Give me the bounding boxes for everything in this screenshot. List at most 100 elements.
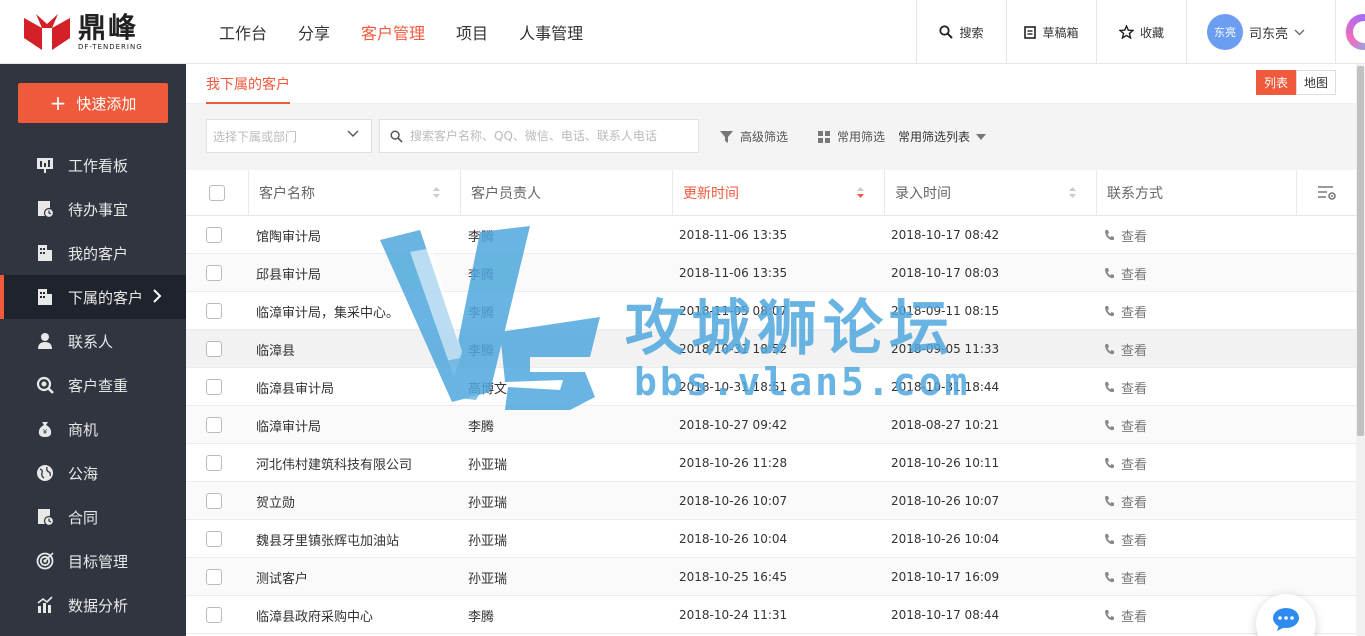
cell-name[interactable]: 临漳审计局，集采中心。 [256, 292, 399, 330]
row-checkbox[interactable] [206, 569, 222, 585]
sidebar-item-public-pool[interactable]: 公海 [0, 451, 186, 495]
view-contact-label: 查看 [1121, 609, 1148, 625]
sidebar-item-label: 联系人 [68, 332, 114, 351]
cell-name[interactable]: 临漳县政府采购中心 [256, 596, 373, 634]
row-checkbox[interactable] [206, 455, 222, 471]
sidebar-item-dashboard[interactable]: 工作看板 [0, 143, 186, 187]
view-contact-link[interactable]: 查看 [1104, 558, 1147, 596]
logo-text-cn: 鼎峰 [78, 11, 139, 44]
view-contact-link[interactable]: 查看 [1104, 596, 1147, 634]
user-menu[interactable]: 东亮 司东亮 [1186, 0, 1346, 64]
phone-icon [1105, 230, 1114, 241]
sidebar-item-todo[interactable]: 待办事宜 [0, 187, 186, 231]
table-row[interactable]: 临漳审计局，集采中心。 李腾 2018-11-05 08:07 2018-09-11 … [186, 292, 1356, 330]
phone-icon [1105, 268, 1114, 279]
department-select-placeholder: 选择下属或部门 [213, 129, 298, 144]
cell-name[interactable]: 贺立勋 [256, 482, 295, 520]
scrollbar[interactable] [1356, 64, 1365, 636]
view-contact-link[interactable]: 查看 [1104, 444, 1147, 482]
cell-name[interactable]: 邱县审计局 [256, 254, 321, 292]
cell-name[interactable]: 魏县牙里镇张辉屯加油站 [256, 520, 399, 558]
column-header-updated-time[interactable]: 更新时间 [672, 170, 884, 216]
browser-extension-icon[interactable] [1345, 14, 1365, 50]
todo-icon [38, 201, 54, 218]
row-checkbox[interactable] [206, 531, 222, 547]
column-header-owner[interactable]: 客户员责人 [460, 170, 672, 216]
row-checkbox[interactable] [206, 341, 222, 357]
brand-logo[interactable]: 鼎峰 DF-TENDERING [22, 10, 143, 54]
table-row[interactable]: 临漳县政府采购中心 李腾 2018-10-24 11:31 2018-10-17 08… [186, 596, 1356, 634]
sidebar-item-goals[interactable]: 目标管理 [0, 539, 186, 583]
table-row[interactable]: 邱县审计局 李腾 2018-11-06 13:35 2018-10-17 08:03 查… [186, 254, 1356, 292]
advanced-filter-button[interactable]: 高级筛选 [719, 128, 788, 145]
view-contact-link[interactable]: 查看 [1104, 520, 1147, 558]
table-row[interactable]: 魏县牙里镇张辉屯加油站 孙亚瑞 2018-10-26 10:04 2018-10-26… [186, 520, 1356, 558]
view-contact-link[interactable]: 查看 [1104, 406, 1147, 444]
table-row[interactable]: 临漳县审计局 高博文 2018-10-31 18:51 2018-10-31 18:4… [186, 368, 1356, 406]
cell-name[interactable]: 临漳审计局 [256, 406, 321, 444]
sidebar-item-label: 目标管理 [68, 552, 129, 571]
nav-hr-management[interactable]: 人事管理 [519, 20, 583, 44]
nav-share[interactable]: 分享 [298, 20, 330, 44]
advanced-filter-label: 高级筛选 [740, 130, 789, 144]
view-contact-link[interactable]: 查看 [1104, 254, 1147, 292]
table-row[interactable]: 临漳审计局 李腾 2018-10-27 09:42 2018-08-27 10:21 查… [186, 406, 1356, 444]
sidebar-item-my-customers[interactable]: 我的客户 [0, 231, 186, 275]
cell-name[interactable]: 临漳县审计局 [256, 368, 334, 406]
sidebar-item-duplicate-check[interactable]: 客户查重 [0, 363, 186, 407]
cell-name[interactable]: 临漳县 [256, 330, 295, 368]
cell-name[interactable]: 河北伟村建筑科技有限公司 [256, 444, 412, 482]
scrollbar-thumb[interactable] [1357, 66, 1364, 436]
row-checkbox[interactable] [206, 265, 222, 281]
sidebar-item-contracts[interactable]: 合同 [0, 495, 186, 539]
nav-project[interactable]: 项目 [456, 20, 488, 44]
common-filter-button[interactable]: 常用筛选 [817, 128, 885, 145]
table-row[interactable]: 测试客户 孙亚瑞 2018-10-25 16:45 2018-10-17 16:09 查… [186, 558, 1356, 596]
nav-workbench[interactable]: 工作台 [219, 20, 267, 44]
customer-search-input[interactable] [410, 129, 690, 143]
table-row[interactable]: 临漳县 李腾 2018-10-31 18:52 2018-09-05 11:33 查看 [186, 330, 1356, 368]
sidebar-item-label: 待办事宜 [68, 200, 129, 219]
row-checkbox-cell [206, 558, 222, 596]
column-settings-icon[interactable] [1317, 185, 1337, 201]
nav-customer-management[interactable]: 客户管理 [361, 20, 425, 44]
table-row[interactable]: 馆陶审计局 李腾 2018-11-06 13:35 2018-10-17 08:42 查… [186, 216, 1356, 254]
sidebar-item-subordinate-customers[interactable]: 下属的客户 [0, 275, 186, 319]
search-button[interactable]: 搜索 [916, 0, 1006, 64]
row-checkbox[interactable] [206, 227, 222, 243]
table-row[interactable]: 河北伟村建筑科技有限公司 孙亚瑞 2018-10-26 11:28 2018-10-2… [186, 444, 1356, 482]
common-filter-list-dropdown[interactable]: 常用筛选列表 [898, 128, 987, 145]
sidebar-item-analytics[interactable]: 数据分析 [0, 583, 186, 627]
view-contact-label: 查看 [1121, 495, 1148, 511]
select-all-checkbox[interactable] [209, 185, 225, 201]
sidebar-item-contacts[interactable]: 联系人 [0, 319, 186, 363]
list-view-button[interactable]: 列表 [1256, 70, 1296, 95]
map-view-button[interactable]: 地图 [1296, 70, 1336, 95]
drafts-button[interactable]: 草稿箱 [1006, 0, 1096, 64]
view-contact-label: 查看 [1121, 457, 1148, 473]
department-select[interactable]: 选择下属或部门 [206, 119, 372, 153]
quick-add-button[interactable]: + 快速添加 [18, 83, 168, 123]
tab-my-subordinate-customers[interactable]: 我下属的客户 [206, 74, 290, 104]
row-checkbox[interactable] [206, 303, 222, 319]
view-contact-link[interactable]: 查看 [1104, 216, 1147, 254]
view-contact-link[interactable]: 查看 [1104, 330, 1147, 368]
quick-add-label: 快速添加 [76, 94, 137, 113]
row-checkbox[interactable] [206, 379, 222, 395]
column-header-created-time[interactable]: 录入时间 [884, 170, 1096, 216]
favorites-button[interactable]: 收藏 [1096, 0, 1186, 64]
view-contact-link[interactable]: 查看 [1104, 292, 1147, 330]
table-row[interactable]: 贺立勋 孙亚瑞 2018-10-26 10:07 2018-10-26 10:07 查看 [186, 482, 1356, 520]
column-header-customer-name[interactable]: 客户名称 [248, 170, 460, 216]
row-checkbox[interactable] [206, 493, 222, 509]
view-contact-link[interactable]: 查看 [1104, 482, 1147, 520]
cell-name[interactable]: 馆陶审计局 [256, 216, 321, 254]
sidebar-item-label: 我的客户 [68, 244, 129, 263]
view-contact-label: 查看 [1121, 419, 1148, 435]
view-contact-link[interactable]: 查看 [1104, 368, 1147, 406]
cell-name[interactable]: 测试客户 [256, 558, 308, 596]
grid-icon [818, 130, 830, 143]
sidebar-item-opportunities[interactable]: ¥ 商机 [0, 407, 186, 451]
row-checkbox[interactable] [206, 417, 222, 433]
row-checkbox[interactable] [206, 607, 222, 623]
